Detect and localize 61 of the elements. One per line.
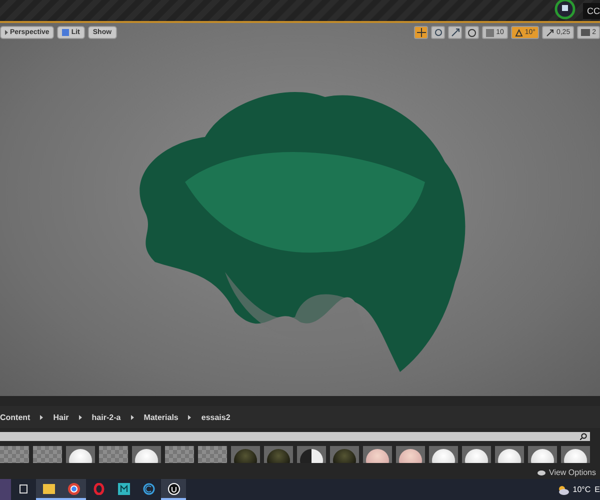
grid-icon	[486, 28, 494, 36]
transform-tool[interactable]	[414, 26, 428, 39]
search-icon	[580, 433, 587, 440]
transform-tool[interactable]	[431, 26, 446, 39]
task-view-icon	[18, 484, 28, 494]
c-circle-icon	[142, 482, 154, 494]
material-thumbnail[interactable]	[297, 446, 326, 463]
material-thumbnail[interactable]	[528, 446, 557, 463]
material-thumbnail[interactable]	[231, 446, 260, 463]
triangle-icon	[514, 28, 523, 36]
taskbar-app[interactable]	[36, 479, 61, 500]
breadcrumb-item[interactable]: Materials	[144, 412, 178, 422]
breadcrumb-item[interactable]: essais2	[201, 412, 230, 422]
material-thumbnail[interactable]	[429, 446, 458, 463]
browser-icon	[68, 482, 80, 494]
material-thumbnail[interactable]	[330, 446, 359, 463]
caret-icon	[130, 414, 134, 420]
ring-icon	[92, 482, 104, 494]
view-options-button[interactable]: View Options	[533, 466, 600, 479]
ring-cube-icon[interactable]	[553, 0, 577, 21]
material-thumbnail[interactable]	[99, 446, 128, 463]
material-thumbnail[interactable]	[495, 446, 524, 463]
transform-tool[interactable]	[448, 26, 462, 39]
material-thumbnail[interactable]	[561, 446, 590, 463]
material-thumbnail[interactable]	[462, 446, 491, 463]
tray-text: E	[594, 485, 600, 494]
caret-icon	[188, 414, 192, 420]
m-tile-icon	[118, 482, 130, 494]
tab-label[interactable]: CC	[583, 2, 600, 18]
material-thumbnail[interactable]	[264, 446, 293, 463]
u-logo-icon	[168, 482, 180, 494]
breadcrumb-item[interactable]: Hair	[53, 412, 69, 422]
material-thumbnail[interactable]	[165, 446, 194, 463]
search-field[interactable]	[0, 432, 590, 441]
material-thumbnail[interactable]	[198, 446, 227, 463]
eye-icon	[537, 470, 546, 476]
caret-icon	[78, 414, 82, 420]
material-thumbnail[interactable]	[363, 446, 392, 463]
caret-icon	[5, 30, 8, 35]
cube-icon	[62, 29, 70, 36]
globe-icon	[468, 28, 476, 36]
temperature-text: 10°C	[572, 485, 591, 494]
taskbar-app[interactable]	[61, 479, 86, 500]
weather-icon	[556, 484, 569, 494]
move-arrows-icon	[416, 28, 426, 37]
rotate-icon	[434, 28, 443, 37]
material-thumbnail[interactable]	[132, 446, 161, 463]
avatar-placeholder	[0, 479, 11, 500]
taskbar-app[interactable]	[161, 479, 186, 500]
arrow-icon	[546, 28, 554, 36]
scale-icon	[450, 28, 460, 37]
globe-button[interactable]	[465, 26, 480, 39]
material-thumbnail[interactable]	[66, 446, 95, 463]
folder-icon	[42, 484, 54, 494]
caret-icon	[40, 414, 44, 420]
breadcrumb-item[interactable]: hair-2-a	[92, 412, 121, 422]
material-thumbnail[interactable]	[396, 446, 425, 463]
breadcrumb-item[interactable]: Content	[0, 412, 30, 422]
material-thumbnail[interactable]	[0, 446, 29, 463]
camera-icon	[581, 29, 590, 36]
material-thumbnail[interactable]	[33, 446, 62, 463]
